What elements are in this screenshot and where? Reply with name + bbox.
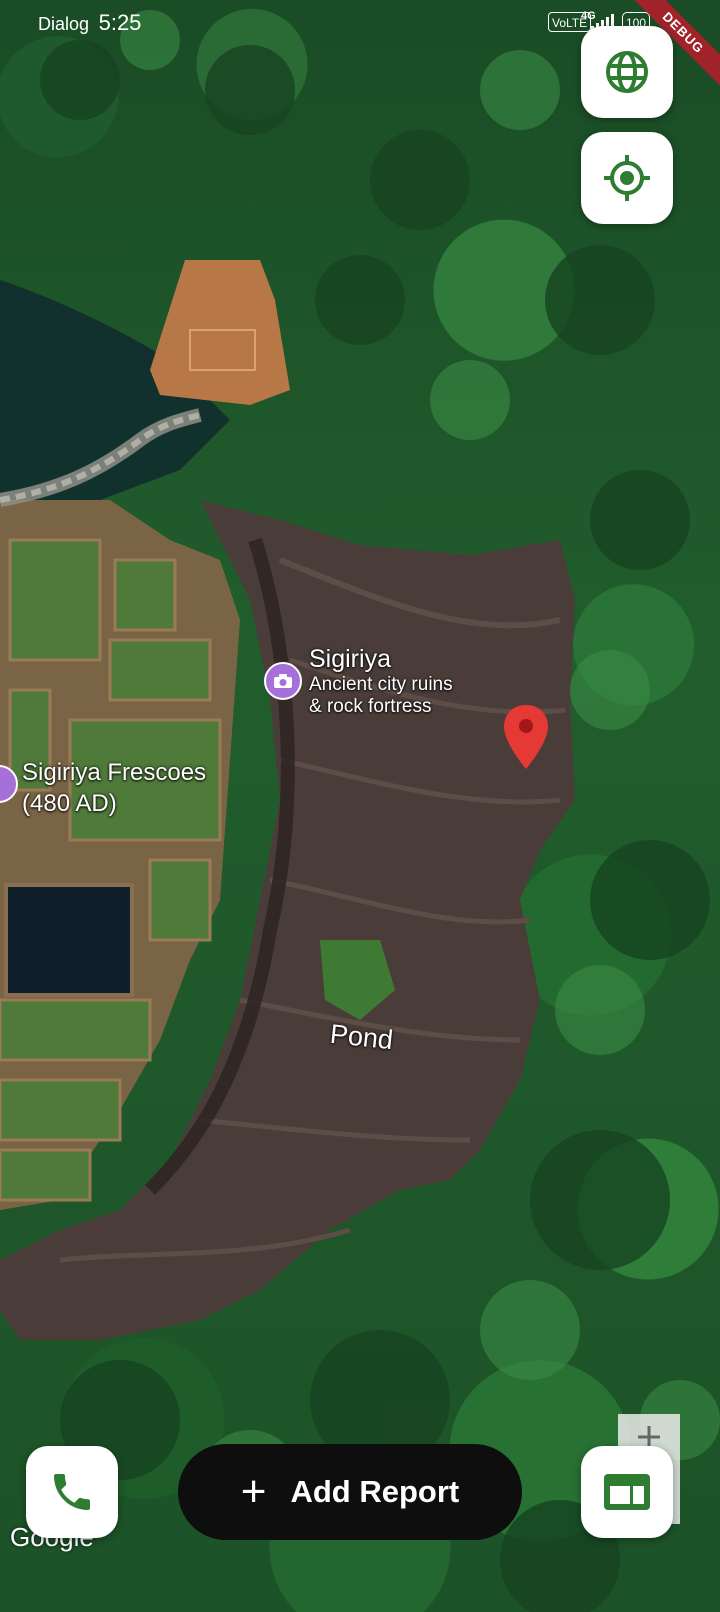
panel-icon (604, 1474, 650, 1510)
poi-title: Sigiriya Frescoes (22, 759, 207, 786)
area-label-pond: Pond (328, 1018, 395, 1056)
map-layers-button[interactable] (581, 26, 673, 118)
clock: 5:25 (98, 10, 142, 35)
gps-target-icon (604, 155, 650, 201)
status-left: Dialog 5:25 (38, 10, 141, 36)
phone-icon (54, 1474, 90, 1510)
my-location-button[interactable] (581, 132, 673, 224)
call-button[interactable] (26, 1446, 118, 1538)
reports-panel-button[interactable] (581, 1446, 673, 1538)
location-marker-icon[interactable] (502, 703, 550, 771)
camera-icon[interactable] (264, 662, 302, 700)
poi-title: Sigiriya (309, 645, 391, 673)
carrier-name: Dialog (38, 14, 90, 34)
poi-subtitle: & rock fortress (309, 696, 432, 717)
plus-icon: + (240, 1467, 267, 1516)
add-report-button[interactable]: + Add Report (178, 1444, 522, 1540)
poi-subtitle: Ancient city ruins (309, 674, 453, 695)
poi-label-frescoes[interactable]: Sigiriya Frescoes (480 AD) (22, 757, 206, 819)
add-report-label: Add Report (290, 1474, 460, 1509)
satellite-map[interactable]: Sigiriya Ancient city ruins & rock fortr… (0, 0, 720, 1612)
poi-label-sigiriya[interactable]: Sigiriya Ancient city ruins & rock fortr… (309, 645, 453, 718)
globe-icon (606, 51, 648, 93)
poi-title: (480 AD) (22, 790, 117, 817)
